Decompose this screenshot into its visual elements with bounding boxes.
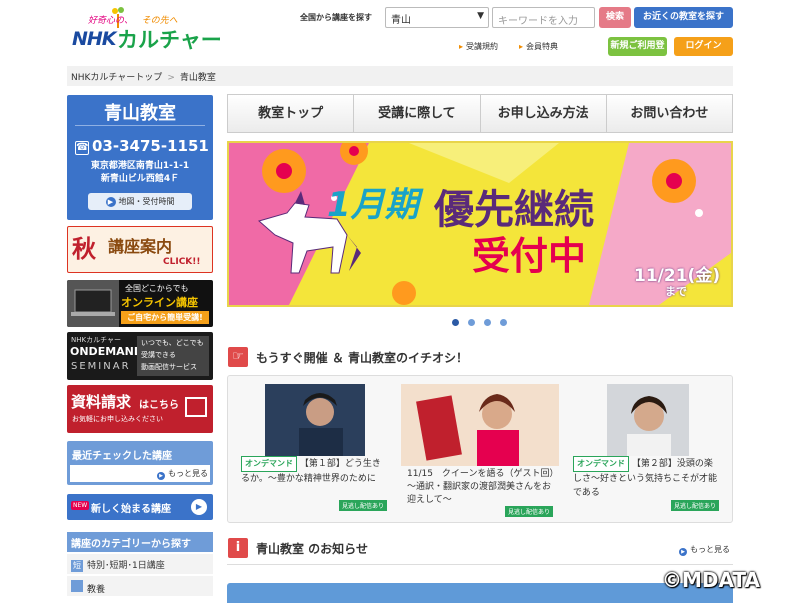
book-icon [185, 397, 207, 417]
chevron-right-icon: ▶ [679, 548, 687, 556]
logo-nhk[interactable]: NHK [72, 28, 117, 50]
notice-banner[interactable] [227, 583, 733, 603]
replay-badge: 見逃し配信あり [339, 500, 388, 511]
divider [75, 125, 205, 126]
breadcrumb-home[interactable]: NHKカルチャートップ [71, 73, 162, 83]
banner-text: ONDEMAND [70, 345, 143, 358]
register-button[interactable]: 新規ご利用登録 [608, 37, 667, 70]
recent-more-link[interactable]: ▶ もっと見る [157, 468, 208, 480]
arrow-icon: ▸ [459, 42, 464, 51]
hero-date-until: まで [665, 285, 687, 298]
replay-badge: 見逃し配信あり [671, 500, 720, 511]
chevron-down-icon: ▼ [477, 11, 484, 21]
breadcrumb-current: 青山教室 [179, 73, 216, 83]
logo-culture[interactable]: カルチャー [117, 24, 222, 54]
phone-icon: ☎ [75, 141, 89, 155]
pickup-card[interactable]: 11/15 クイーンを語る（ゲスト回） ～通訳・翻訳家の渡部潤美さんをお迎えして… [401, 384, 564, 517]
brochure-request-banner[interactable]: 資料請求 はこちら お気軽にお申し込みください [67, 385, 213, 433]
category-key-icon: 短 [71, 560, 83, 572]
login-button[interactable]: ログイン [674, 37, 733, 56]
classroom-name: 青山教室 [104, 103, 176, 124]
banner-text: CLICK!! [163, 257, 201, 267]
classroom-nav-tabs: 教室トップ 受講に際して お申し込み方法 お問い合わせ [227, 94, 733, 133]
chevron-right-icon: ▶ [157, 472, 165, 480]
category-key-icon [71, 580, 83, 592]
carousel-dots [452, 319, 507, 326]
ondemand-seminar-banner[interactable]: NHKカルチャー ONDEMAND SEMINAR いつでも、どこでも 受講でき… [67, 332, 213, 380]
banner-text: 全国どこからでも [125, 284, 189, 293]
chevron-right-icon: ▶ [105, 197, 116, 207]
banner-text: 動画配信サービス [141, 363, 197, 371]
recent-courses-box: 最近チェックした講座 ▶ もっと見る [67, 441, 213, 485]
breadcrumb: NHKカルチャートップ > 青山教室 [67, 66, 733, 86]
banner-text: 新しく始まる講座 [91, 504, 171, 515]
carousel-dot[interactable] [452, 319, 459, 326]
recent-courses-title: 最近チェックした講座 [72, 451, 172, 462]
new-badge: NEW [71, 501, 90, 510]
breadcrumb-separator: > [167, 73, 175, 83]
banner-text: オンライン講座 [121, 296, 198, 309]
card-photo [607, 384, 689, 456]
category-item[interactable]: 教養 [67, 576, 213, 597]
card-photo [401, 384, 559, 466]
banner-text: NHKカルチャー [71, 336, 122, 344]
pickup-section-title: もうすぐ開催 ＆ 青山教室のイチオシ！ [256, 351, 468, 365]
online-courses-banner[interactable]: 全国どこからでも オンライン講座 ご自宅から簡単受講! [67, 280, 213, 327]
classroom-address: 東京都港区南青山1-1-1 新青山ビル西館4Ｆ [90, 161, 190, 184]
tab-enrollment-notes[interactable]: 受講に際して [354, 95, 481, 132]
banner-text: はこちら [139, 400, 179, 411]
tab-application-method[interactable]: お申し込み方法 [481, 95, 607, 132]
banner-text: 資料請求 [71, 393, 132, 411]
area-select[interactable]: 青山 ▼ [385, 7, 489, 28]
carousel-dot[interactable] [484, 319, 491, 326]
map-button[interactable]: ▶ 地図・受付時間 [88, 193, 192, 210]
notice-more-link[interactable]: ▶ もっと見る [679, 544, 730, 556]
card-text: 11/15 クイーンを語る（ゲスト回） ～通訳・翻訳家の渡部潤美さんをお迎えして… [407, 469, 564, 505]
hero-banner[interactable]: 1月期 優先継続 受付中 11/21(金) まで [227, 141, 733, 307]
card-text: オンデマンド 【第１部】どう生きるか。～豊かな精神世界のために [241, 456, 389, 486]
pickup-card[interactable]: オンデマンド 【第１部】どう生きるか。～豊かな精神世界のために 見逃し配信あり [235, 384, 393, 516]
banner-text: お気軽にお申し込みください [72, 415, 163, 423]
hero-term: 1月期 [327, 185, 419, 225]
keyword-input[interactable]: キーワードを入力 [492, 7, 595, 28]
card-photo [265, 384, 365, 456]
nearby-classroom-button[interactable]: お近くの教室を探す [634, 7, 733, 28]
card-text: オンデマンド 【第２部】没頭の楽しさ～好きという気持ちこそが才能である [573, 456, 721, 500]
divider [227, 564, 733, 565]
carousel-dot[interactable] [468, 319, 475, 326]
carousel-dot[interactable] [500, 319, 507, 326]
autumn-courses-banner[interactable]: 秋 講座案内 CLICK!! [67, 226, 213, 273]
new-courses-button[interactable]: NEW 新しく始まる講座 ▶ [67, 494, 213, 520]
classroom-phone: ☎ 03-3475-1151 [75, 137, 209, 155]
search-label: 全国から講座を探す [300, 13, 372, 22]
classroom-info-box: 青山教室 ☎ 03-3475-1151 東京都港区南青山1-1-1 新青山ビル西館4… [67, 95, 213, 220]
benefits-link[interactable]: ▸ 会員特典 [519, 41, 558, 52]
category-item[interactable]: 短特別･短期･1日講座 [67, 554, 213, 575]
search-button[interactable]: 検索 [599, 7, 631, 28]
pickup-card[interactable]: オンデマンド 【第２部】没頭の楽しさ～好きという気持ちこそが才能である 見逃し配… [567, 384, 725, 516]
banner-text: 秋 [72, 235, 96, 263]
banner-text: SEMINAR [71, 361, 131, 372]
tab-classroom-top[interactable]: 教室トップ [228, 95, 355, 132]
banner-text: 受講できる [141, 351, 176, 359]
laptop-image [67, 280, 119, 327]
tab-contact[interactable]: お問い合わせ [607, 95, 732, 132]
pointer-hand-icon: ☞ [228, 347, 248, 367]
arrow-icon: ▸ [519, 42, 524, 51]
notice-section-title: 青山教室 のお知らせ [256, 542, 368, 556]
chevron-right-icon: ▶ [191, 499, 207, 515]
category-header: 講座のカテゴリーから探す [67, 532, 213, 552]
replay-badge: 見逃し配信あり [505, 506, 554, 517]
watermark: ©MDATA [662, 568, 760, 592]
banner-text: 講座案内 [108, 237, 173, 256]
info-icon: i [228, 538, 248, 558]
hero-title-line2: 受付中 [472, 234, 587, 278]
banner-text: いつでも、どこでも [141, 339, 204, 347]
pickup-card-list: オンデマンド 【第１部】どう生きるか。～豊かな精神世界のために 見逃し配信あり … [227, 375, 733, 523]
terms-link[interactable]: ▸ 受講規約 [459, 41, 498, 52]
banner-text: ご自宅から簡単受講! [121, 311, 209, 324]
